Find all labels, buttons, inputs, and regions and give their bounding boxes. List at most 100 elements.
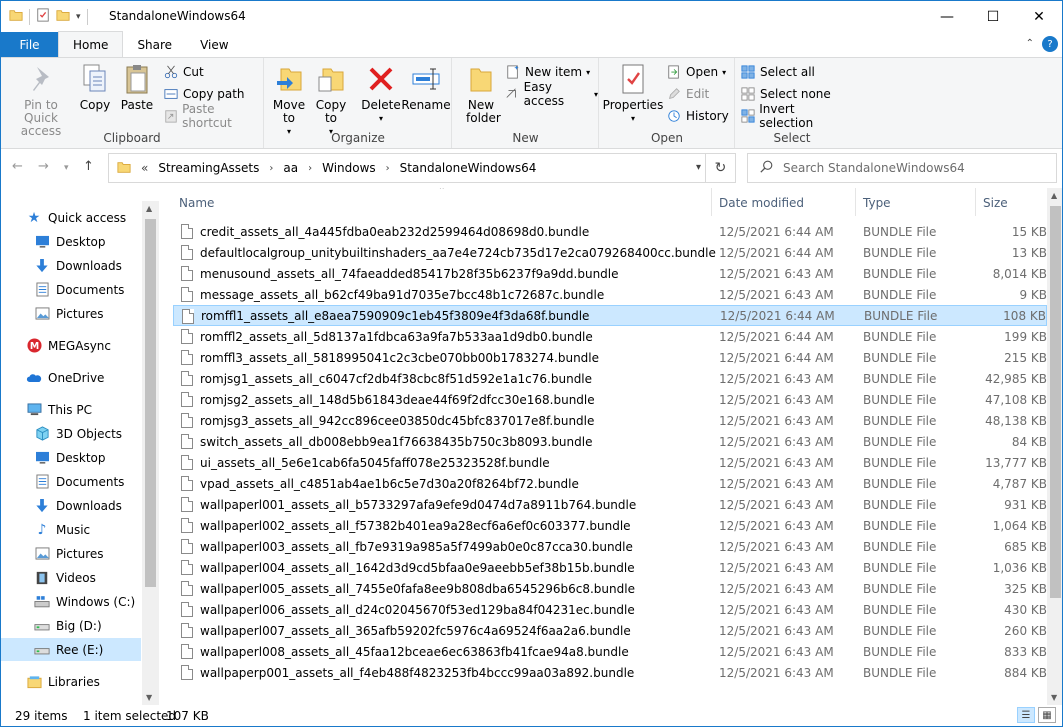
table-row[interactable]: wallpaperl006_assets_all_d24c02045670f53… bbox=[173, 599, 1047, 620]
table-row[interactable]: message_assets_all_b62cf49ba91d7035e7bcc… bbox=[173, 284, 1047, 305]
column-date-modified[interactable]: Date modified bbox=[719, 196, 804, 210]
properties-quick-icon[interactable] bbox=[36, 8, 50, 25]
new-folder-button[interactable]: New folder bbox=[461, 62, 501, 125]
rename-button[interactable]: Rename bbox=[401, 62, 451, 112]
nav-libraries[interactable]: Libraries bbox=[26, 670, 159, 693]
nav-documents[interactable]: Documents bbox=[34, 470, 159, 493]
breadcrumb-aa[interactable]: aa bbox=[283, 161, 298, 175]
tab-home[interactable]: Home bbox=[58, 31, 124, 57]
nav-ree-e[interactable]: Ree (E:) bbox=[1, 638, 141, 661]
chevron-right-icon[interactable]: › bbox=[308, 163, 312, 174]
easy-access-button[interactable]: Easy access ▾ bbox=[505, 80, 598, 108]
table-row[interactable]: switch_assets_all_db008ebb9ea1f76638435b… bbox=[173, 431, 1047, 452]
tab-file[interactable]: File bbox=[1, 32, 58, 57]
select-all-button[interactable]: Select all bbox=[740, 62, 815, 82]
new-item-button[interactable]: New item ▾ bbox=[505, 62, 590, 82]
nav-downloads[interactable]: Downloads bbox=[34, 494, 159, 517]
column-divider[interactable] bbox=[975, 188, 976, 216]
history-button[interactable]: History bbox=[666, 106, 729, 126]
new-folder-quick-icon[interactable] bbox=[56, 8, 70, 25]
recent-locations-icon[interactable]: ▾ bbox=[64, 163, 69, 173]
nav-music[interactable]: ♪ Music bbox=[34, 518, 159, 541]
table-row[interactable]: menusound_assets_all_74faeadded85417b28f… bbox=[173, 263, 1047, 284]
address-dropdown-icon[interactable]: ▾ bbox=[696, 162, 701, 173]
table-row[interactable]: wallpaperl008_assets_all_45faa12bceae6ec… bbox=[173, 641, 1047, 662]
tab-view[interactable]: View bbox=[186, 32, 242, 57]
table-row[interactable]: credit_assets_all_4a445fdba0eab232d25994… bbox=[173, 221, 1047, 242]
delete-button[interactable]: Delete ▾ bbox=[361, 62, 401, 125]
maximize-button[interactable]: ☐ bbox=[970, 1, 1016, 32]
nav-this-pc[interactable]: This PC bbox=[26, 398, 159, 421]
nav-onedrive[interactable]: OneDrive bbox=[26, 366, 159, 389]
copy-to-button[interactable]: Copy to ▾ bbox=[313, 62, 349, 138]
pin-quick-access-button[interactable]: Pin to Quick access bbox=[7, 62, 75, 138]
table-row[interactable]: romffl1_assets_all_e8aea7590909c1eb45f38… bbox=[173, 305, 1047, 326]
table-row[interactable]: wallpaperp001_assets_all_f4eb488f4823253… bbox=[173, 662, 1047, 683]
nav-desktop[interactable]: Desktop bbox=[34, 446, 159, 469]
nav-megasync[interactable]: M MEGAsync bbox=[26, 334, 159, 357]
paste-shortcut-button[interactable]: Paste shortcut bbox=[163, 102, 263, 130]
chevron-right-icon[interactable]: › bbox=[386, 163, 390, 174]
table-row[interactable]: romjsg1_assets_all_c6047cf2db4f38cbc8f51… bbox=[173, 368, 1047, 389]
invert-selection-button[interactable]: Invert selection bbox=[740, 102, 848, 130]
column-size[interactable]: Size bbox=[983, 196, 1008, 210]
table-row[interactable]: romjsg3_assets_all_942cc896cee03850dc45b… bbox=[173, 410, 1047, 431]
table-row[interactable]: romjsg2_assets_all_148d5b61843deae44f69f… bbox=[173, 389, 1047, 410]
column-type[interactable]: Type bbox=[863, 196, 891, 210]
breadcrumb-windows[interactable]: Windows bbox=[322, 161, 376, 175]
table-row[interactable]: wallpaperl007_assets_all_365afb59202fc59… bbox=[173, 620, 1047, 641]
search-input[interactable] bbox=[783, 161, 1043, 175]
table-row[interactable]: vpad_assets_all_c4851ab4ae1b6c5e7d30a20f… bbox=[173, 473, 1047, 494]
nav-quick-access[interactable]: ★ Quick access bbox=[26, 206, 159, 229]
column-divider[interactable] bbox=[711, 188, 712, 216]
nav-quick-documents[interactable]: Documents 📌 bbox=[34, 278, 159, 301]
nav-pictures[interactable]: Pictures bbox=[34, 542, 159, 565]
scroll-up-arrow-icon[interactable]: ▲ bbox=[1051, 191, 1057, 200]
properties-button[interactable]: Properties ▾ bbox=[603, 62, 663, 125]
nav-quick-downloads[interactable]: Downloads 📌 bbox=[34, 254, 159, 277]
tab-share[interactable]: Share bbox=[123, 32, 186, 57]
chevron-right-icon[interactable]: › bbox=[269, 163, 273, 174]
table-row[interactable]: wallpaperl004_assets_all_1642d3d9cd5bfaa… bbox=[173, 557, 1047, 578]
table-row[interactable]: ui_assets_all_5e6e1cab6fa5045faff078e253… bbox=[173, 452, 1047, 473]
copy-path-button[interactable]: Copy path bbox=[163, 84, 245, 104]
nav-quick-pictures[interactable]: Pictures 📌 bbox=[34, 302, 159, 325]
edit-button[interactable]: Edit bbox=[666, 84, 709, 104]
scroll-down-arrow-icon[interactable]: ▼ bbox=[146, 693, 152, 702]
up-arrow-icon[interactable]: ↑ bbox=[83, 159, 94, 174]
table-row[interactable]: defaultlocalgroup_unitybuiltinshaders_aa… bbox=[173, 242, 1047, 263]
nav-quick-desktop[interactable]: Desktop 📌 bbox=[34, 230, 159, 253]
close-button[interactable]: ✕ bbox=[1016, 1, 1062, 32]
nav-windows-c[interactable]: Windows (C:) bbox=[34, 590, 159, 613]
back-arrow-icon[interactable]: ← bbox=[12, 159, 23, 174]
file-scrollbar-thumb[interactable] bbox=[1050, 206, 1061, 598]
table-row[interactable]: wallpaperl005_assets_all_7455e0fafa8ee9b… bbox=[173, 578, 1047, 599]
details-view-button[interactable]: ☰ bbox=[1017, 707, 1035, 723]
breadcrumb-overflow[interactable]: « bbox=[141, 161, 148, 175]
scroll-up-arrow-icon[interactable]: ▲ bbox=[146, 204, 152, 213]
paste-button[interactable]: Paste bbox=[119, 62, 155, 112]
table-row[interactable]: wallpaperl001_assets_all_b5733297afa9efe… bbox=[173, 494, 1047, 515]
table-row[interactable]: romffl3_assets_all_5818995041c2c3cbe070b… bbox=[173, 347, 1047, 368]
large-icons-view-button[interactable]: ▦ bbox=[1038, 707, 1056, 723]
table-row[interactable]: romffl2_assets_all_5d8137a1fdbca63a9fa7b… bbox=[173, 326, 1047, 347]
table-row[interactable]: wallpaperl002_assets_all_f57382b401ea9a2… bbox=[173, 515, 1047, 536]
nav-3d-objects[interactable]: 3D Objects bbox=[34, 422, 159, 445]
nav-pane-scrollbar[interactable]: ▲ ▼ bbox=[142, 201, 159, 705]
copy-button[interactable]: Copy bbox=[77, 62, 113, 112]
table-row[interactable]: wallpaperl003_assets_all_fb7e9319a985a5f… bbox=[173, 536, 1047, 557]
open-button[interactable]: Open ▾ bbox=[666, 62, 726, 82]
nav-scrollbar-thumb[interactable] bbox=[145, 219, 156, 587]
help-icon[interactable]: ? bbox=[1042, 36, 1058, 52]
breadcrumb-standalonewindows64[interactable]: StandaloneWindows64 bbox=[400, 161, 537, 175]
customize-toolbar-icon[interactable]: ▾ bbox=[76, 12, 81, 22]
column-divider[interactable] bbox=[855, 188, 856, 216]
nav-videos[interactable]: Videos bbox=[34, 566, 159, 589]
refresh-icon[interactable]: ↻ bbox=[705, 154, 735, 182]
select-none-button[interactable]: Select none bbox=[740, 84, 831, 104]
minimize-button[interactable]: — bbox=[924, 1, 970, 32]
forward-arrow-icon[interactable]: → bbox=[38, 159, 49, 174]
collapse-ribbon-icon[interactable]: ⌃ bbox=[1026, 38, 1034, 49]
address-bar[interactable]: « StreamingAssets › aa › Windows › Stand… bbox=[108, 153, 736, 183]
file-list-scrollbar[interactable]: ▲ ▼ bbox=[1047, 188, 1062, 705]
